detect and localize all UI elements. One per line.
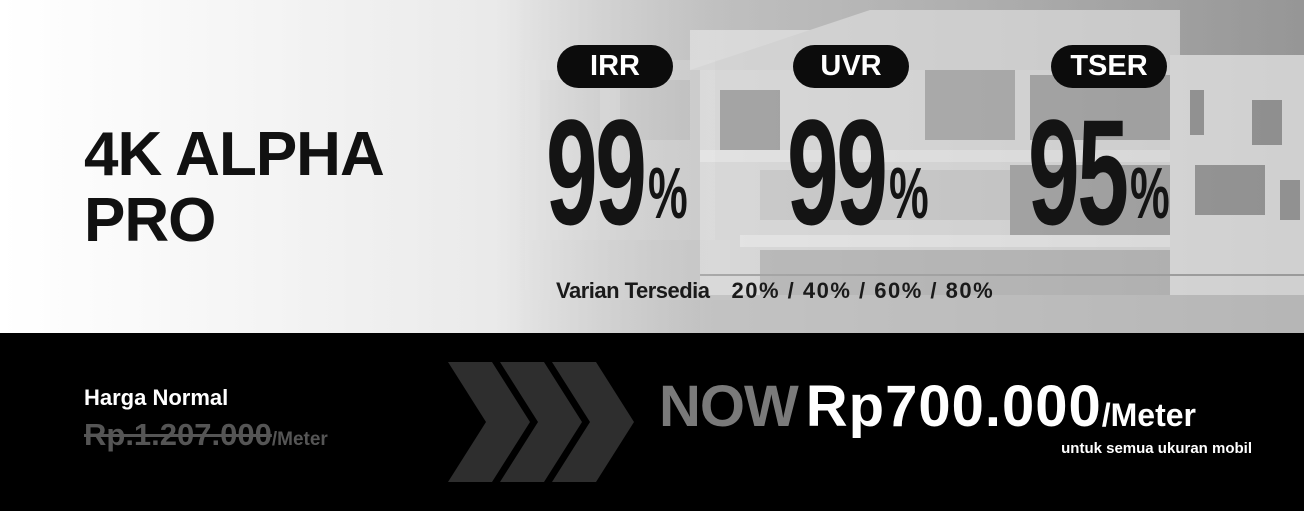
normal-price-amount: Rp.1.207.000 — [84, 417, 272, 452]
metric-badge-uvr: UVR — [793, 45, 909, 88]
metric-badge-irr: IRR — [557, 45, 673, 88]
normal-price-unit: /Meter — [271, 429, 328, 450]
product-title-line1: 4K ALPHA — [84, 120, 385, 189]
normal-price-label: Harga Normal — [84, 385, 229, 410]
promo-banner: 4K ALPHA PRO IRR 99% UVR 99% TSER 95% Va… — [0, 0, 1304, 511]
metric-percent-sign: % — [889, 154, 930, 234]
price-bar: Harga Normal Rp.1.207.000/Meter NOW Rp700… — [0, 333, 1304, 511]
product-title: 4K ALPHA PRO — [84, 122, 504, 254]
metric-number: 99 — [787, 88, 888, 256]
price-note: untuk semua ukuran mobil — [1061, 440, 1252, 457]
now-label: NOW — [659, 374, 799, 439]
metric-number: 99 — [546, 88, 647, 256]
now-price: NOW Rp700.000/Meter — [659, 373, 1196, 440]
now-price-amount: Rp700.000 — [805, 374, 1102, 439]
chevron-arrows-icon — [448, 362, 634, 482]
variant-values: 20% / 40% / 60% / 80% — [731, 278, 995, 303]
product-title-line2: PRO — [84, 186, 216, 255]
metric-number: 95 — [1028, 88, 1129, 256]
metric-value-irr: 99% — [546, 97, 712, 247]
metric-percent-sign: % — [1130, 154, 1171, 234]
normal-price: Rp.1.207.000/Meter — [84, 417, 328, 453]
now-price-unit: /Meter — [1101, 397, 1196, 433]
metric-percent-sign: % — [648, 154, 689, 234]
variant-label: Varian Tersedia — [556, 278, 710, 303]
metric-badge-tser: TSER — [1051, 45, 1167, 88]
hero-section: 4K ALPHA PRO IRR 99% UVR 99% TSER 95% Va… — [0, 0, 1304, 333]
metric-value-tser: 95% — [1028, 97, 1194, 247]
metric-value-uvr: 99% — [787, 97, 953, 247]
variant-row: Varian Tersedia 20% / 40% / 60% / 80% — [556, 278, 994, 308]
